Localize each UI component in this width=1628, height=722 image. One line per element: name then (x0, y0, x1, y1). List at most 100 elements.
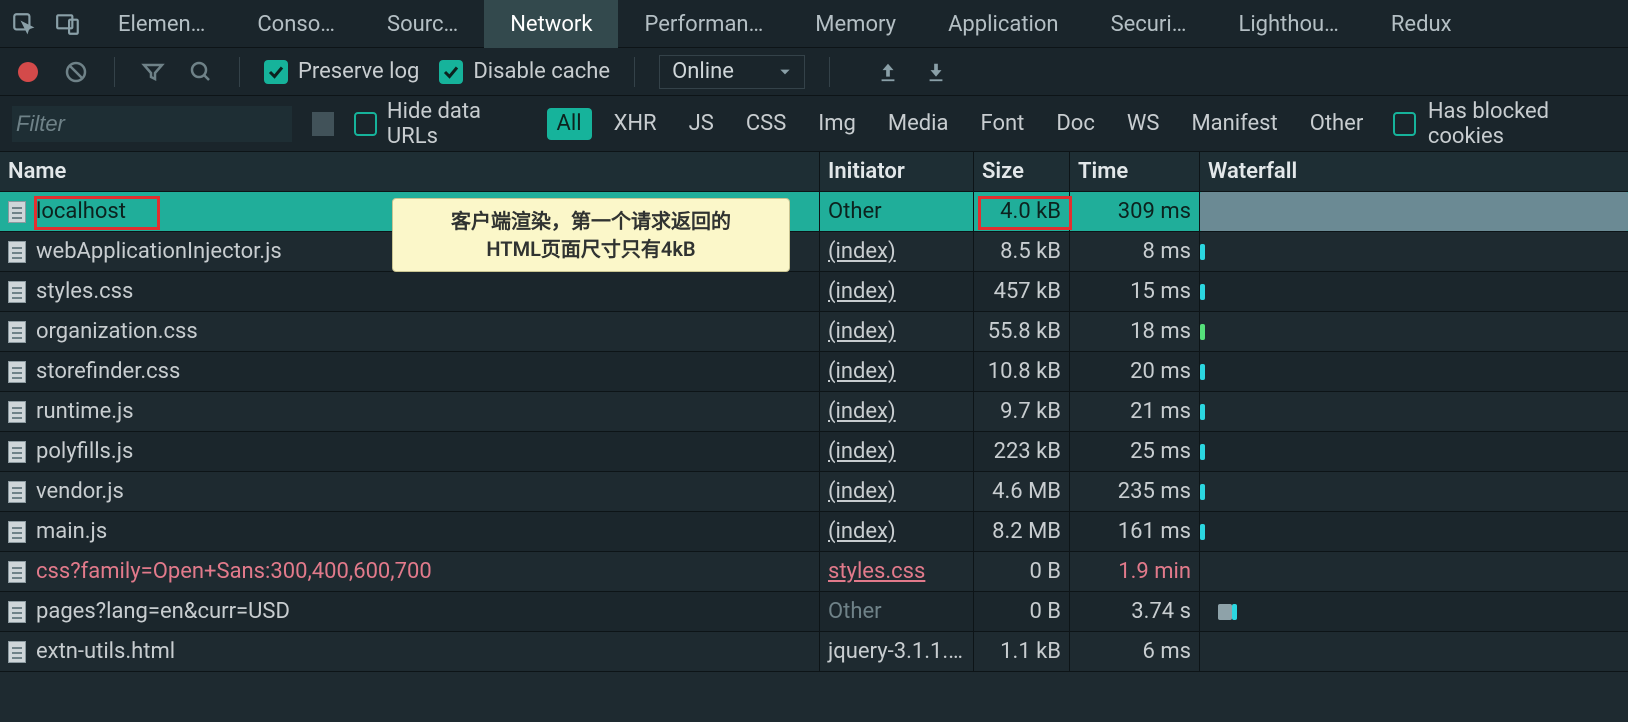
col-waterfall[interactable]: Waterfall (1200, 152, 1628, 191)
cell-initiator[interactable]: Other (820, 592, 974, 631)
cell-initiator[interactable]: (index) (820, 392, 974, 431)
cell-initiator[interactable]: (index) (820, 352, 974, 391)
chevron-down-icon (778, 65, 792, 79)
cell-time: 161 ms (1070, 512, 1200, 551)
filter-chip-ws[interactable]: WS (1117, 108, 1170, 140)
table-row[interactable]: localhostOther4.0 kB309 ms (0, 192, 1628, 232)
table-row[interactable]: extn-utils.htmljquery-3.1.1.…1.1 kB6 ms (0, 632, 1628, 672)
table-row[interactable]: styles.css (index)457 kB15 ms (0, 272, 1628, 312)
hide-data-urls-checkbox[interactable]: Hide data URLs (354, 99, 526, 149)
request-name: extn-utils.html (36, 639, 175, 664)
throttling-value: Online (672, 59, 734, 84)
filter-chip-css[interactable]: CSS (736, 108, 796, 140)
cell-initiator[interactable]: (index) (820, 472, 974, 511)
request-name: webApplicationInjector.js (36, 239, 282, 264)
tab-lighthou[interactable]: Lighthou… (1212, 0, 1364, 48)
invert-filter-icon[interactable] (312, 112, 334, 136)
request-name: styles.css (36, 279, 133, 304)
filter-toggle-icon[interactable] (139, 58, 167, 86)
cell-initiator[interactable]: jquery-3.1.1.… (820, 632, 974, 671)
cell-initiator[interactable]: (index) (820, 312, 974, 351)
file-icon (8, 441, 26, 463)
tab-conso[interactable]: Conso… (231, 0, 361, 48)
table-row[interactable]: pages?lang=en&curr=USDOther0 B3.74 s (0, 592, 1628, 632)
cell-size: 1.1 kB (974, 632, 1070, 671)
cell-name: storefinder.css (0, 352, 820, 391)
filter-chip-doc[interactable]: Doc (1046, 108, 1105, 140)
tab-securi[interactable]: Securi… (1085, 0, 1213, 48)
tab-sourc[interactable]: Sourc… (361, 0, 484, 48)
col-name[interactable]: Name (0, 152, 820, 191)
cell-name: pages?lang=en&curr=USD (0, 592, 820, 631)
filter-chip-xhr[interactable]: XHR (604, 108, 667, 140)
disable-cache-checkbox[interactable]: Disable cache (439, 59, 610, 84)
file-icon (8, 321, 26, 343)
record-button[interactable] (14, 58, 42, 86)
request-name: localhost (36, 199, 126, 224)
cell-waterfall (1200, 592, 1628, 631)
filter-chip-media[interactable]: Media (878, 108, 959, 140)
table-row[interactable]: organization.css(index)55.8 kB18 ms (0, 312, 1628, 352)
clear-button[interactable] (62, 58, 90, 86)
tab-network[interactable]: Network (484, 0, 618, 48)
tab-application[interactable]: Application (922, 0, 1084, 48)
tab-memory[interactable]: Memory (789, 0, 922, 48)
table-row[interactable]: main.js(index)8.2 MB161 ms (0, 512, 1628, 552)
table-row[interactable]: vendor.js(index)4.6 MB235 ms (0, 472, 1628, 512)
preserve-log-checkbox[interactable]: Preserve log (264, 59, 419, 84)
checkbox-checked-icon (439, 60, 463, 84)
cell-initiator[interactable]: (index) (820, 512, 974, 551)
table-row[interactable]: runtime.js(index)9.7 kB21 ms (0, 392, 1628, 432)
throttling-select[interactable]: Online (659, 55, 805, 89)
download-har-icon[interactable] (922, 58, 950, 86)
filter-chip-font[interactable]: Font (971, 108, 1035, 140)
cell-size: 0 B (974, 592, 1070, 631)
cell-size: 457 kB (974, 272, 1070, 311)
cell-initiator[interactable]: styles.css (820, 552, 974, 591)
blocked-cookies-checkbox[interactable]: Has blocked cookies (1393, 99, 1616, 149)
cell-time: 15 ms (1070, 272, 1200, 311)
col-time[interactable]: Time (1070, 152, 1200, 191)
cell-size: 8.5 kB (974, 232, 1070, 271)
upload-har-icon[interactable] (874, 58, 902, 86)
search-icon[interactable] (187, 58, 215, 86)
request-name: storefinder.css (36, 359, 180, 384)
cell-initiator[interactable]: (index) (820, 232, 974, 271)
callout-line1: 客户端渲染，第一个请求返回的 (451, 207, 731, 235)
table-row[interactable]: webApplicationInjector.js (index)8.5 kB8 … (0, 232, 1628, 272)
filter-chip-other[interactable]: Other (1300, 108, 1374, 140)
tab-redux[interactable]: Redux (1365, 0, 1478, 48)
table-row[interactable]: polyfills.js(index)223 kB25 ms (0, 432, 1628, 472)
tab-elemen[interactable]: Elemen… (92, 0, 231, 48)
device-toggle-icon[interactable] (54, 10, 82, 38)
filter-chip-all[interactable]: All (547, 108, 592, 140)
filter-input[interactable] (12, 106, 292, 142)
request-name: css?family=Open+Sans:300,400,600,700 (36, 559, 432, 584)
col-initiator[interactable]: Initiator (820, 152, 974, 191)
hide-data-urls-label: Hide data URLs (387, 99, 527, 149)
cell-initiator[interactable]: (index) (820, 432, 974, 471)
filter-chip-img[interactable]: Img (808, 108, 866, 140)
table-row[interactable]: css?family=Open+Sans:300,400,600,700 styl… (0, 552, 1628, 592)
blocked-cookies-label: Has blocked cookies (1428, 99, 1616, 149)
file-icon (8, 641, 26, 663)
preserve-log-label: Preserve log (298, 59, 419, 84)
tab-performan[interactable]: Performan… (618, 0, 789, 48)
inspect-icon[interactable] (10, 10, 38, 38)
file-icon (8, 401, 26, 423)
annotation-callout: 客户端渲染，第一个请求返回的 HTML页面尺寸只有4kB (392, 198, 790, 272)
cell-waterfall (1200, 432, 1628, 471)
filter-chip-manifest[interactable]: Manifest (1181, 108, 1287, 140)
filter-chip-js[interactable]: JS (679, 108, 724, 140)
cell-initiator[interactable]: Other (820, 192, 974, 231)
checkbox-checked-icon (264, 60, 288, 84)
table-row[interactable]: storefinder.css(index)10.8 kB20 ms (0, 352, 1628, 392)
cell-name: organization.css (0, 312, 820, 351)
cell-time: 8 ms (1070, 232, 1200, 271)
file-icon (8, 281, 26, 303)
request-name: organization.css (36, 319, 198, 344)
cell-waterfall (1200, 352, 1628, 391)
col-size[interactable]: Size (974, 152, 1070, 191)
cell-initiator[interactable]: (index) (820, 272, 974, 311)
cell-time: 21 ms (1070, 392, 1200, 431)
